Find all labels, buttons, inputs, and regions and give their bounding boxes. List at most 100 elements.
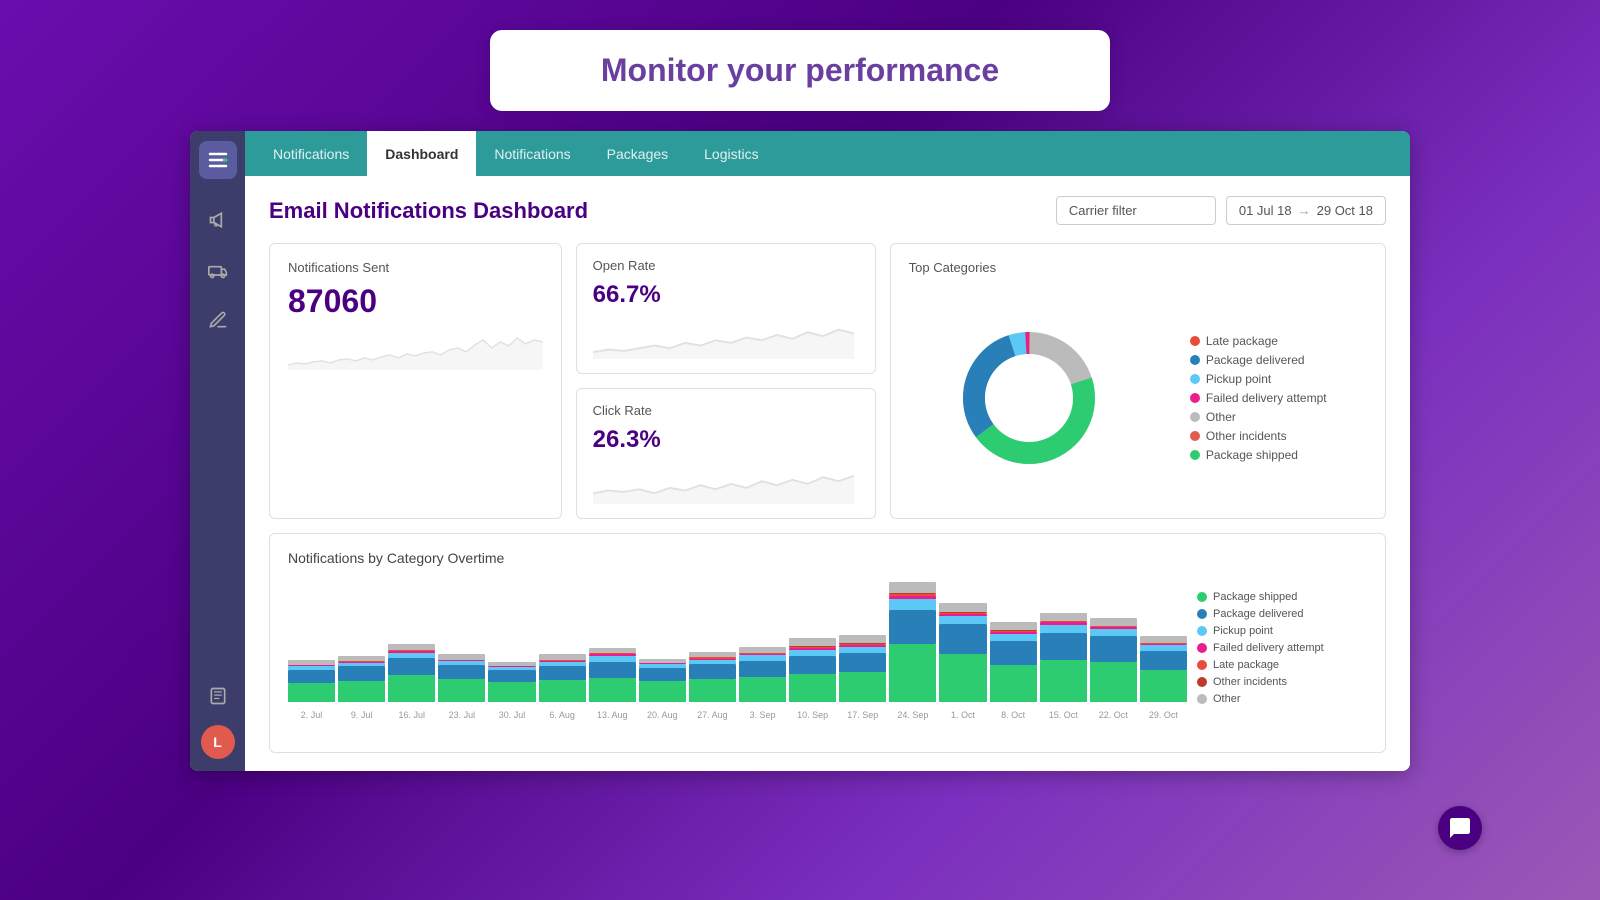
- bar-segment: [689, 679, 736, 702]
- x-label: 23. Jul: [438, 710, 485, 720]
- notifications-sent-label: Notifications Sent: [288, 260, 543, 275]
- legend-dot-delivered-bottom: [1197, 609, 1207, 619]
- bar-segment: [839, 672, 886, 702]
- legend-dot-incidents-bottom: [1197, 677, 1207, 687]
- bar-segment: [1040, 633, 1087, 660]
- x-label: 15. Oct: [1040, 710, 1087, 720]
- legend-dot-failed-delivery: [1190, 393, 1200, 403]
- bar-group: [639, 582, 686, 702]
- x-label: 30. Jul: [488, 710, 535, 720]
- legend-label-other-incidents: Other incidents: [1206, 429, 1287, 443]
- sidebar-pen-icon[interactable]: [199, 301, 237, 339]
- legend-label-package-shipped: Package shipped: [1206, 448, 1298, 462]
- legend-item-pickup-point: Pickup point: [1190, 372, 1327, 386]
- date-range[interactable]: 01 Jul 18 → 29 Oct 18: [1226, 196, 1386, 225]
- bar-chart-inner: [288, 576, 1187, 706]
- x-axis: 2. Jul9. Jul16. Jul23. Jul30. Jul6. Aug1…: [288, 710, 1187, 720]
- bar-segment: [488, 682, 535, 702]
- main-window: L Notifications Dashboard Notifications …: [190, 131, 1410, 771]
- nav-packages[interactable]: Packages: [589, 131, 686, 176]
- legend-item-pickup-bottom: Pickup point: [1197, 625, 1367, 637]
- chart-legend-area: Package shipped Package delivered Pickup…: [1187, 576, 1367, 720]
- legend-item-other-incidents: Other incidents: [1190, 429, 1327, 443]
- bar-segment: [939, 624, 986, 654]
- page-title: Email Notifications Dashboard: [269, 198, 588, 224]
- nav-notifications2[interactable]: Notifications: [476, 131, 588, 176]
- click-rate-label: Click Rate: [593, 403, 859, 418]
- legend-label-failed-delivery: Failed delivery attempt: [1206, 391, 1327, 405]
- bar-segment: [689, 664, 736, 679]
- legend-label-other: Other: [1206, 410, 1236, 424]
- notifications-sent-value: 87060: [288, 283, 543, 320]
- chat-bubble[interactable]: [1438, 806, 1482, 850]
- legend-dot-late-package: [1190, 336, 1200, 346]
- bar-segment: [288, 683, 335, 702]
- open-rate-label: Open Rate: [593, 258, 859, 273]
- bar-group: [1090, 582, 1137, 702]
- legend-item-shipped-bottom: Package shipped: [1197, 591, 1367, 603]
- date-to: 29 Oct 18: [1317, 203, 1373, 218]
- notifications-sent-card: Notifications Sent 87060: [269, 243, 562, 519]
- nav-logistics[interactable]: Logistics: [686, 131, 776, 176]
- sidebar-truck-icon[interactable]: [199, 251, 237, 289]
- bar-segment: [1140, 636, 1187, 642]
- sidebar: L: [190, 131, 245, 771]
- bar-segment: [789, 656, 836, 674]
- date-arrow: →: [1298, 203, 1311, 218]
- legend-item-failed-bottom: Failed delivery attempt: [1197, 642, 1367, 654]
- donut-chart: [949, 318, 1109, 478]
- bar-segment: [889, 582, 936, 593]
- x-label: 2. Jul: [288, 710, 335, 720]
- legend-label-other-bottom: Other: [1213, 693, 1241, 705]
- bar-segment: [589, 656, 636, 661]
- x-label: 10. Sep: [789, 710, 836, 720]
- sidebar-megaphone-icon[interactable]: [199, 201, 237, 239]
- legend-item-package-shipped: Package shipped: [1190, 448, 1327, 462]
- legend-item-delivered-bottom: Package delivered: [1197, 608, 1367, 620]
- bar-segment: [739, 661, 786, 677]
- legend-label-pickup-point: Pickup point: [1206, 372, 1271, 386]
- legend-dot-failed-bottom: [1197, 643, 1207, 653]
- legend-label-failed-bottom: Failed delivery attempt: [1213, 642, 1324, 654]
- carrier-filter[interactable]: Carrier filter: [1056, 196, 1216, 225]
- bar-group: [789, 582, 836, 702]
- bar-group: [388, 582, 435, 702]
- avatar[interactable]: L: [201, 725, 235, 759]
- x-label: 3. Sep: [739, 710, 786, 720]
- bar-group: [539, 582, 586, 702]
- sidebar-logo[interactable]: [199, 141, 237, 179]
- nav-notifications[interactable]: Notifications: [255, 131, 367, 176]
- bar-segment: [388, 658, 435, 675]
- bar-segment: [789, 674, 836, 702]
- bar-segment: [789, 638, 836, 645]
- click-rate-chart: [593, 464, 859, 504]
- bar-segment: [639, 681, 686, 702]
- bar-group: [438, 582, 485, 702]
- bar-segment: [990, 665, 1037, 702]
- bar-segment: [438, 679, 485, 702]
- bar-segment: [589, 678, 636, 702]
- sidebar-book-icon[interactable]: [199, 677, 237, 715]
- nav-dashboard[interactable]: Dashboard: [367, 131, 476, 176]
- bar-group: [889, 582, 936, 702]
- bar-segment: [1090, 618, 1137, 625]
- bar-segment: [1090, 662, 1137, 702]
- bar-group: [990, 582, 1037, 702]
- logo-icon: [206, 148, 230, 172]
- bar-segment: [739, 677, 786, 702]
- bar-segment: [639, 668, 686, 681]
- bar-group: [488, 582, 535, 702]
- content-area: Notifications Dashboard Notifications Pa…: [245, 131, 1410, 771]
- bar-segment: [889, 644, 936, 702]
- bar-segment: [1090, 629, 1137, 636]
- legend-dot-pickup-bottom: [1197, 626, 1207, 636]
- open-rate-card: Open Rate 66.7%: [576, 243, 876, 374]
- bar-segment: [338, 681, 385, 702]
- legend-dot-other-incidents: [1190, 431, 1200, 441]
- legend-item-other-bottom: Other: [1197, 693, 1367, 705]
- x-label: 29. Oct: [1140, 710, 1187, 720]
- bar-group: [1140, 582, 1187, 702]
- x-label: 24. Sep: [889, 710, 936, 720]
- bar-segment: [839, 653, 886, 672]
- chart-bars-area: 2. Jul9. Jul16. Jul23. Jul30. Jul6. Aug1…: [288, 576, 1187, 720]
